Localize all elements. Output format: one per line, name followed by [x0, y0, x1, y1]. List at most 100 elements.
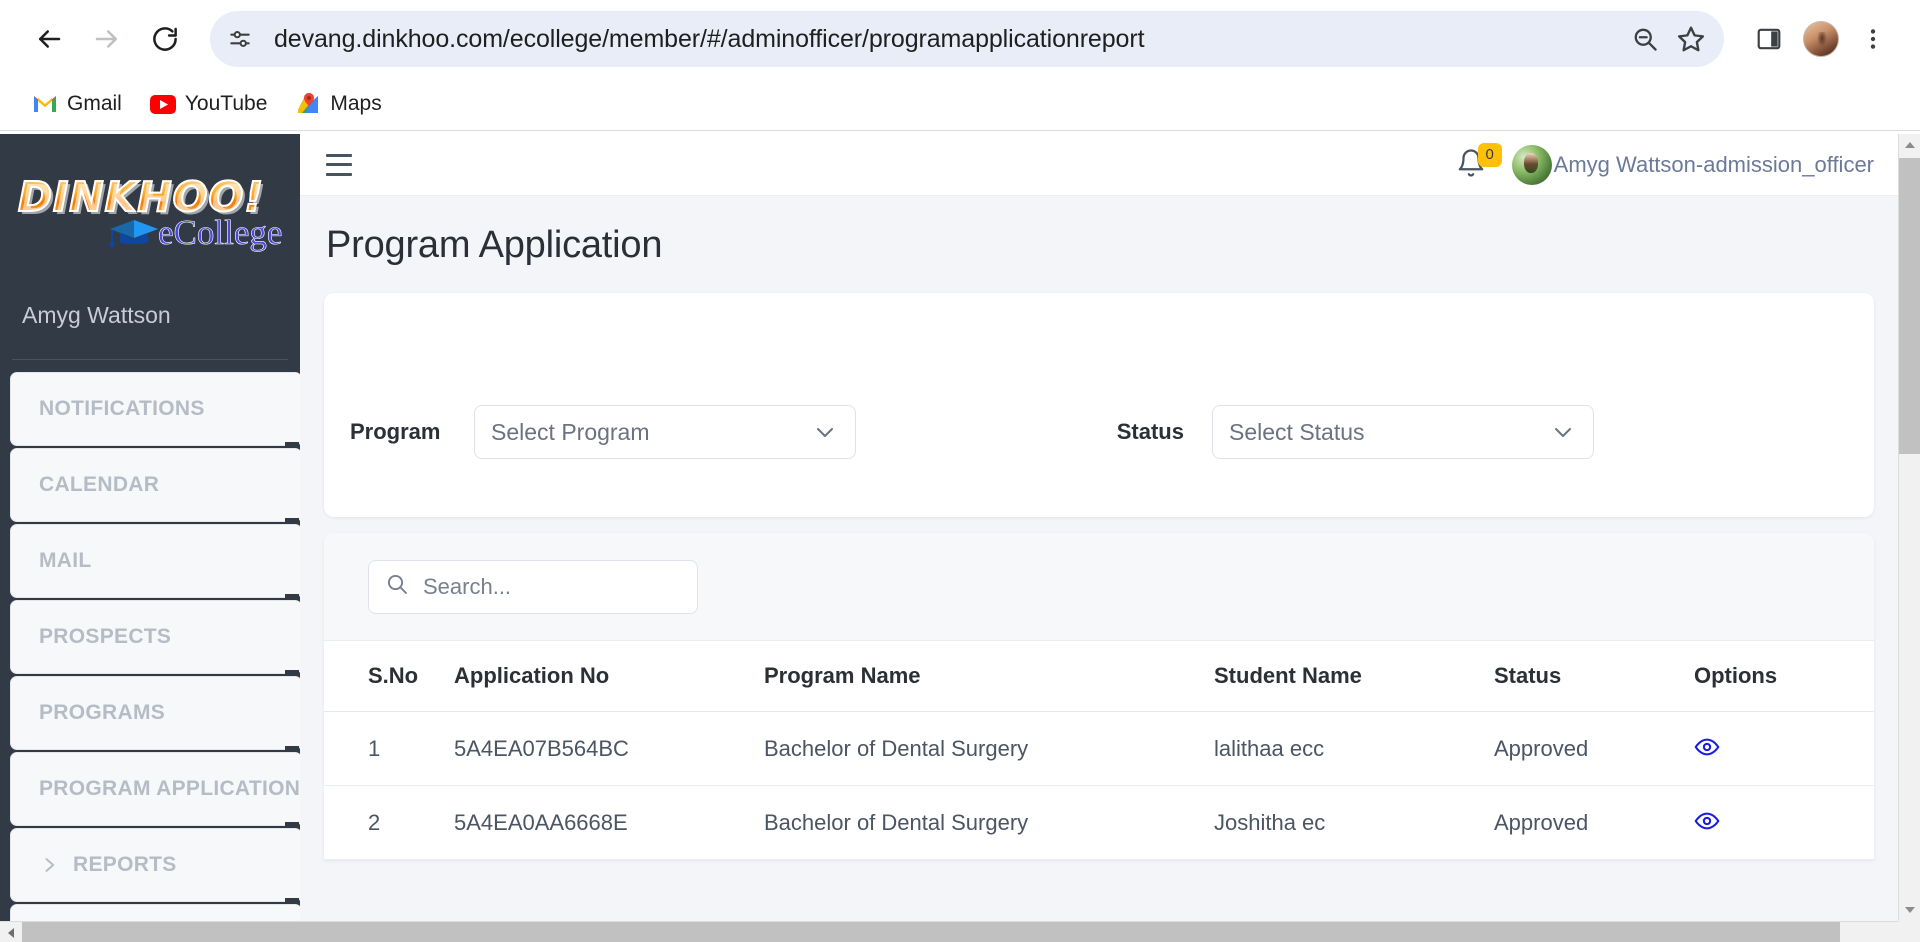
gmail-icon — [32, 91, 58, 117]
sidebar-item-classrooms[interactable]: CLASSROOMS — [10, 904, 300, 921]
column-header-student[interactable]: Student Name — [1214, 641, 1494, 712]
sidebar-item-label: PROGRAMS — [39, 701, 166, 724]
chrome-menu-button[interactable] — [1848, 14, 1898, 64]
program-select[interactable]: Select Program — [474, 405, 856, 459]
side-panel-button[interactable] — [1744, 14, 1794, 64]
menu-toggle-button[interactable] — [326, 153, 352, 176]
profile-avatar — [1803, 21, 1839, 57]
avatar — [1511, 144, 1552, 185]
youtube-icon — [149, 91, 176, 117]
app-logo[interactable]: DINKHOO! eCollege — [0, 170, 300, 278]
tune-icon — [230, 31, 250, 47]
eye-icon — [1694, 738, 1720, 756]
search-icon — [385, 572, 409, 601]
site-info-button[interactable] — [218, 17, 262, 61]
page-content: Program Application Program Select Progr… — [300, 196, 1898, 860]
user-menu[interactable]: Amyg Wattson-admission_officer — [1511, 144, 1874, 185]
chrome-divider — [0, 130, 1920, 131]
sidebar: DINKHOO! eCollege Amyg Wattson NOTIFICAT… — [0, 134, 300, 921]
sidebar-item-label: MAIL — [39, 549, 92, 572]
search-input[interactable]: Search... — [368, 559, 698, 614]
cell-program: Bachelor of Dental Surgery — [764, 711, 1214, 786]
status-select[interactable]: Select Status — [1212, 405, 1594, 459]
logo-secondary-text: eCollege — [158, 213, 283, 253]
cell-program: Bachelor of Dental Surgery — [764, 785, 1214, 860]
view-application-button[interactable] — [1694, 808, 1720, 837]
bookmark-gmail[interactable]: Gmail — [22, 85, 132, 123]
table-header-row: S.No Application No Program Name Student… — [324, 641, 1874, 712]
bookmark-label: Maps — [330, 92, 382, 115]
bookmark-button[interactable] — [1668, 16, 1714, 62]
zoom-out-button[interactable] — [1622, 16, 1668, 62]
star-icon — [1677, 26, 1705, 52]
status-select-value: Select Status — [1229, 418, 1365, 445]
program-select-value: Select Program — [491, 418, 650, 445]
sidebar-item-program-applications[interactable]: PROGRAM APPLICATIONS — [10, 752, 300, 829]
scroll-left-button[interactable] — [0, 922, 21, 942]
triangle-left-icon — [7, 927, 14, 938]
column-header-options: Options — [1694, 641, 1874, 712]
program-filter-label: Program — [350, 419, 441, 444]
address-bar[interactable]: devang.dinkhoo.com/ecollege/member/#/adm… — [210, 11, 1724, 67]
sidebar-item-programs[interactable]: PROGRAMS — [10, 676, 300, 753]
cell-appno: 5A4EA07B564BC — [454, 711, 764, 786]
horizontal-scrollbar[interactable] — [0, 921, 1920, 942]
hamburger-bar — [326, 172, 352, 176]
scrollbar-corner — [1898, 921, 1920, 942]
arrow-left-icon — [39, 30, 61, 48]
eye-icon — [1694, 812, 1720, 830]
cell-student: Joshitha ec — [1214, 785, 1494, 860]
browser-toolbar: devang.dinkhoo.com/ecollege/member/#/adm… — [0, 0, 1920, 78]
main-content: 0 Amyg Wattson-admission_officer Program… — [300, 134, 1898, 921]
bookmark-youtube[interactable]: YouTube — [140, 85, 278, 123]
table-row[interactable]: 2 5A4EA0AA6668E Bachelor of Dental Surge… — [324, 785, 1874, 860]
page-scroll-area: DINKHOO! eCollege Amyg Wattson NOTIFICAT… — [0, 134, 1898, 921]
sidebar-item-calendar[interactable]: CALENDAR — [10, 448, 300, 525]
table-toolbar: Search... — [324, 533, 1874, 641]
bookmark-label: YouTube — [184, 92, 268, 115]
sidebar-item-label: REPORTS — [73, 853, 177, 876]
url-text[interactable]: devang.dinkhoo.com/ecollege/member/#/adm… — [262, 25, 1622, 54]
notifications-button[interactable]: 0 — [1456, 142, 1502, 182]
chevron-down-icon — [813, 420, 837, 444]
reload-button[interactable] — [138, 12, 192, 66]
scroll-down-button[interactable] — [1899, 899, 1920, 921]
column-header-sno[interactable]: S.No — [324, 641, 454, 712]
sidebar-item-label: PROSPECTS — [39, 625, 172, 648]
sidebar-item-label: PROGRAM APPLICATIONS — [39, 777, 300, 800]
table-head: S.No Application No Program Name Student… — [324, 641, 1874, 712]
scroll-up-button[interactable] — [1899, 134, 1920, 156]
column-header-program[interactable]: Program Name — [764, 641, 1214, 712]
bookmark-maps[interactable]: Maps — [285, 85, 391, 123]
sidebar-menu: NOTIFICATIONS CALENDAR MAIL PROSPECTS PR… — [0, 360, 300, 921]
column-header-appno[interactable]: Application No — [454, 641, 764, 712]
sidebar-item-mail[interactable]: MAIL — [10, 524, 300, 601]
cell-status: Approved — [1494, 785, 1694, 860]
sidebar-item-prospects[interactable]: PROSPECTS — [10, 600, 300, 677]
horizontal-scroll-thumb[interactable] — [22, 922, 1840, 942]
search-placeholder: Search... — [423, 573, 512, 599]
sidebar-item-label: NOTIFICATIONS — [39, 397, 205, 420]
app-viewport: DINKHOO! eCollege Amyg Wattson NOTIFICAT… — [0, 134, 1920, 942]
status-filter-label: Status — [1116, 419, 1184, 444]
profile-button[interactable] — [1796, 14, 1846, 64]
back-button[interactable] — [22, 12, 76, 66]
sidebar-item-notifications[interactable]: NOTIFICATIONS — [10, 372, 300, 449]
vertical-scrollbar[interactable] — [1898, 134, 1920, 921]
browser-chrome: devang.dinkhoo.com/ecollege/member/#/adm… — [0, 0, 1920, 134]
sidebar-top-spacer — [0, 134, 300, 170]
cell-options — [1694, 785, 1874, 860]
column-header-status[interactable]: Status — [1494, 641, 1694, 712]
vertical-scroll-thumb[interactable] — [1899, 158, 1920, 454]
cell-sno: 2 — [324, 785, 454, 860]
forward-button[interactable] — [80, 12, 134, 66]
sidebar-item-reports[interactable]: REPORTS — [10, 828, 300, 905]
filter-row: Program Select Program Status Select Sta… — [324, 405, 1874, 459]
sidebar-username: Amyg Wattson — [22, 302, 171, 328]
table-body: 1 5A4EA07B564BC Bachelor of Dental Surge… — [324, 711, 1874, 860]
chevron-down-icon — [1551, 420, 1575, 444]
bookmarks-bar: Gmail YouTube Maps — [0, 78, 1920, 130]
table-row[interactable]: 1 5A4EA07B564BC Bachelor of Dental Surge… — [324, 711, 1874, 786]
view-application-button[interactable] — [1694, 734, 1720, 763]
triangle-up-icon — [1905, 142, 1915, 148]
